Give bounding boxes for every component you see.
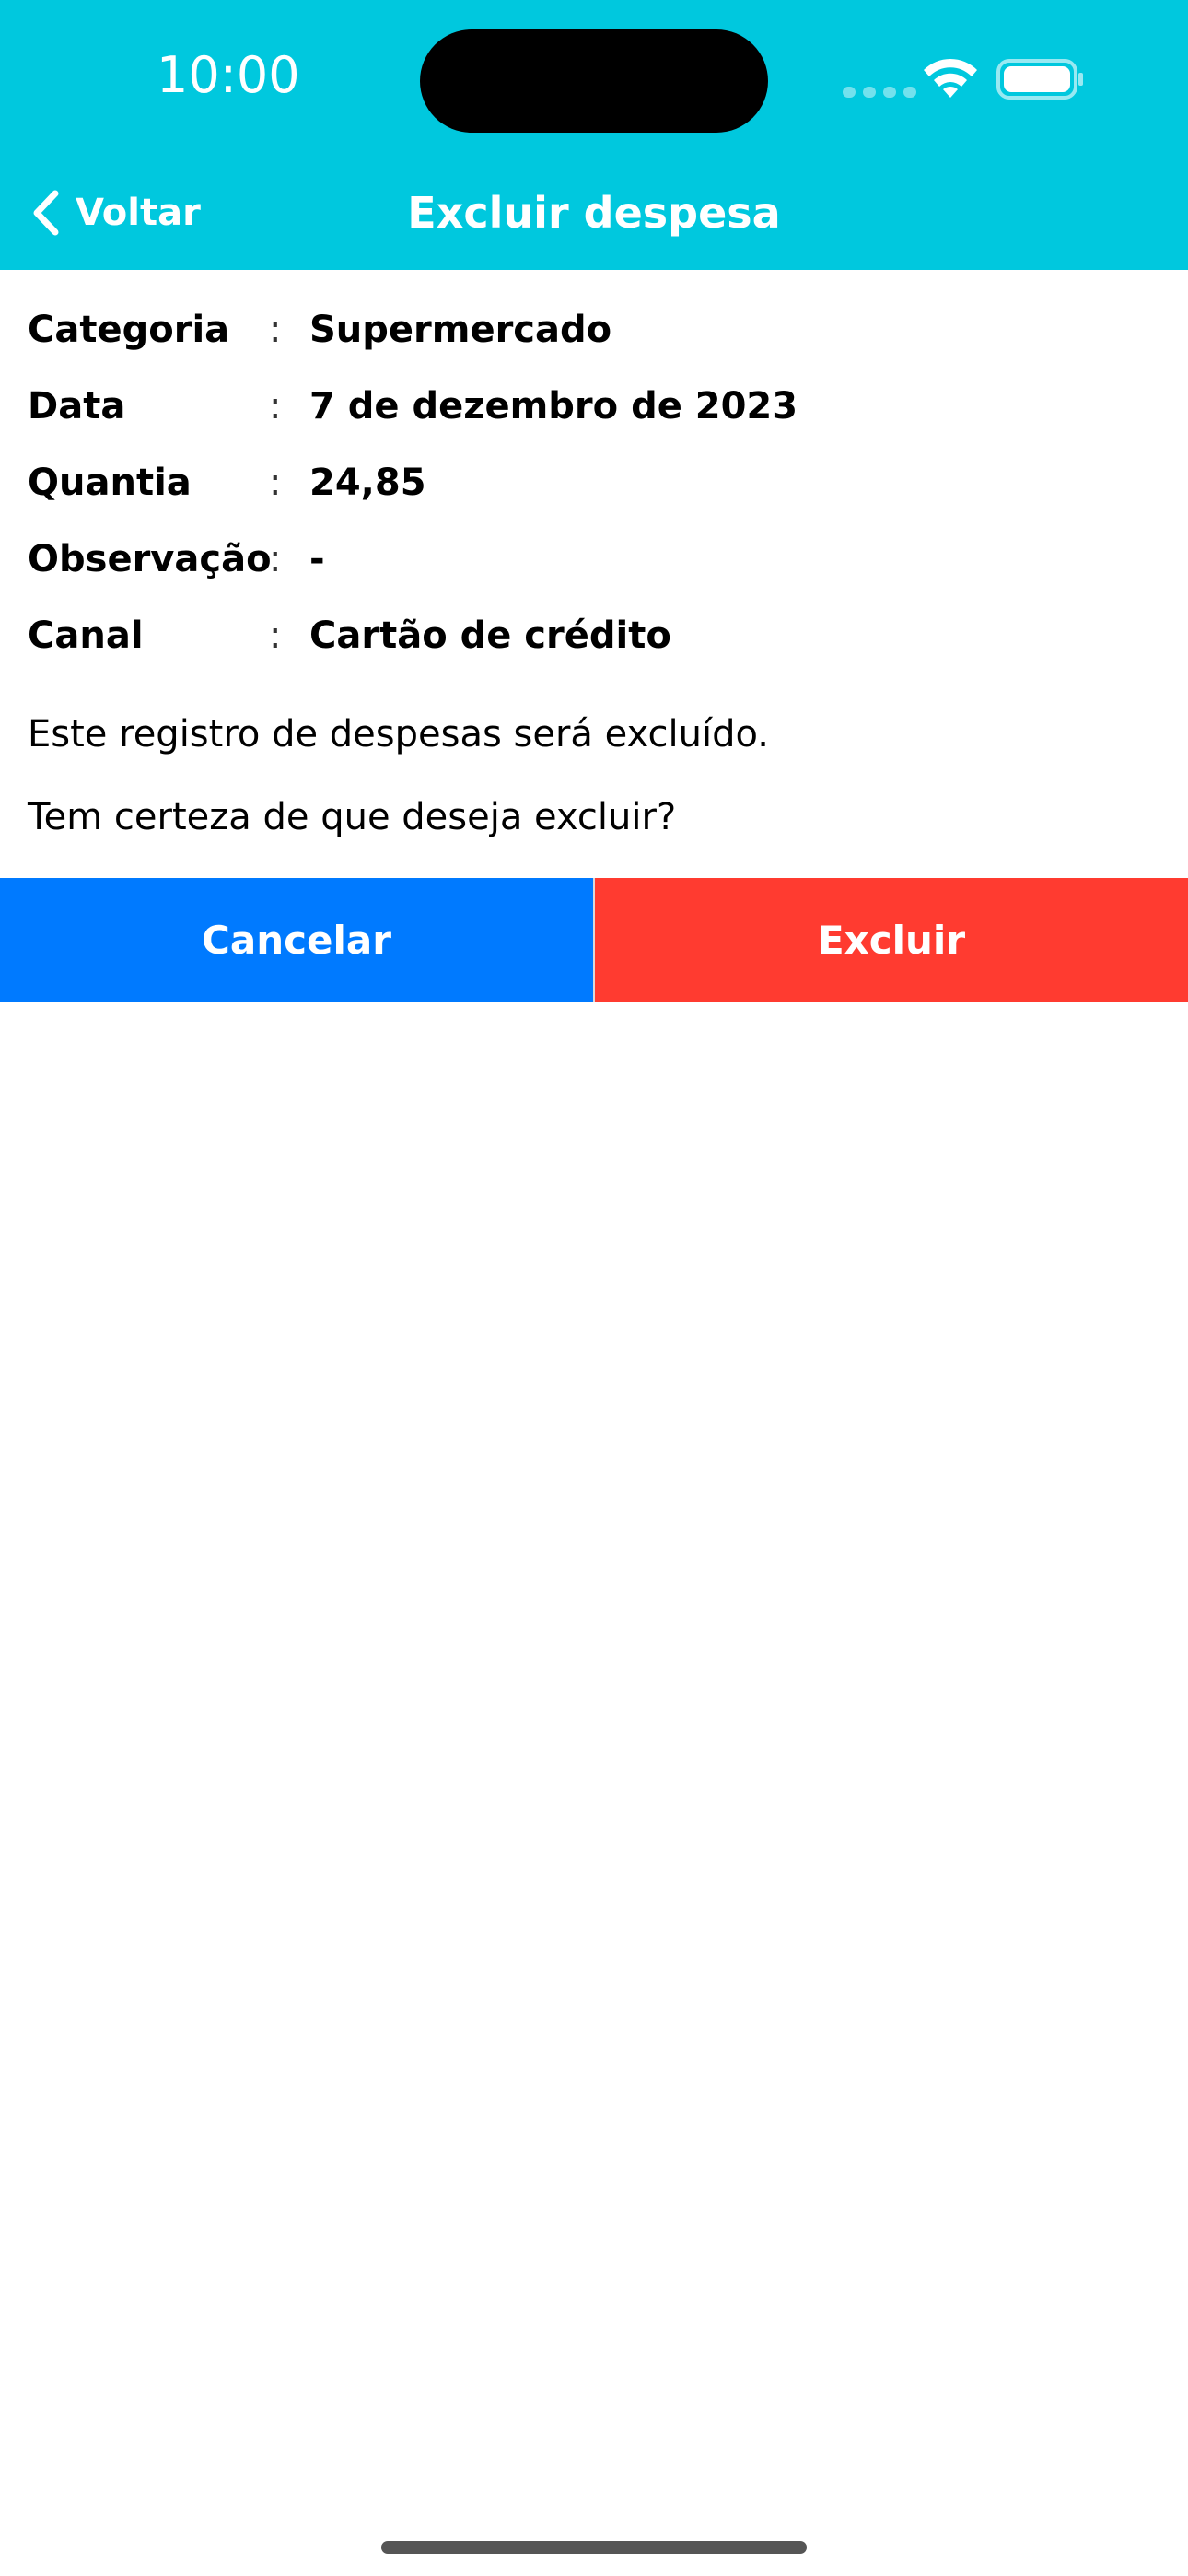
detail-row-date: Data : 7 de dezembro de 2023	[28, 368, 1160, 444]
detail-separator: :	[269, 308, 282, 351]
detail-label: Quantia	[28, 461, 192, 504]
cancel-button[interactable]: Cancelar	[0, 878, 593, 1002]
wifi-icon	[924, 58, 977, 98]
detail-row-channel: Canal : Cartão de crédito	[28, 597, 1160, 673]
status-time: 10:00	[157, 46, 300, 104]
detail-row-category: Categoria : Supermercado	[28, 291, 1160, 368]
battery-icon	[996, 59, 1083, 100]
cellular-signal-icon	[843, 87, 916, 98]
detail-value: 7 de dezembro de 2023	[309, 384, 798, 427]
detail-separator: :	[269, 384, 282, 427]
detail-value: Cartão de crédito	[309, 614, 671, 657]
dynamic-island	[420, 29, 768, 133]
page-title: Excluir despesa	[407, 188, 781, 238]
delete-confirm-question: Tem certeza de que deseja excluir?	[28, 796, 677, 838]
detail-separator: :	[269, 614, 282, 657]
home-indicator[interactable]	[381, 2541, 807, 2554]
detail-value: -	[309, 537, 325, 580]
detail-value: Supermercado	[309, 308, 612, 351]
action-buttons: Cancelar Excluir	[0, 878, 1188, 1002]
delete-warning-message: Este registro de despesas será excluído.	[28, 713, 769, 755]
delete-button[interactable]: Excluir	[595, 878, 1188, 1002]
detail-label: Observação	[28, 537, 272, 580]
detail-row-amount: Quantia : 24,85	[28, 444, 1160, 521]
detail-row-note: Observação : -	[28, 521, 1160, 597]
expense-details: Categoria : Supermercado Data : 7 de dez…	[28, 291, 1160, 673]
detail-label: Data	[28, 384, 126, 427]
detail-value: 24,85	[309, 461, 426, 504]
navigation-header: 10:00 Voltar Excluir despesa	[0, 0, 1188, 270]
detail-separator: :	[269, 537, 282, 580]
detail-label: Categoria	[28, 308, 230, 351]
detail-separator: :	[269, 461, 282, 504]
detail-label: Canal	[28, 614, 144, 657]
